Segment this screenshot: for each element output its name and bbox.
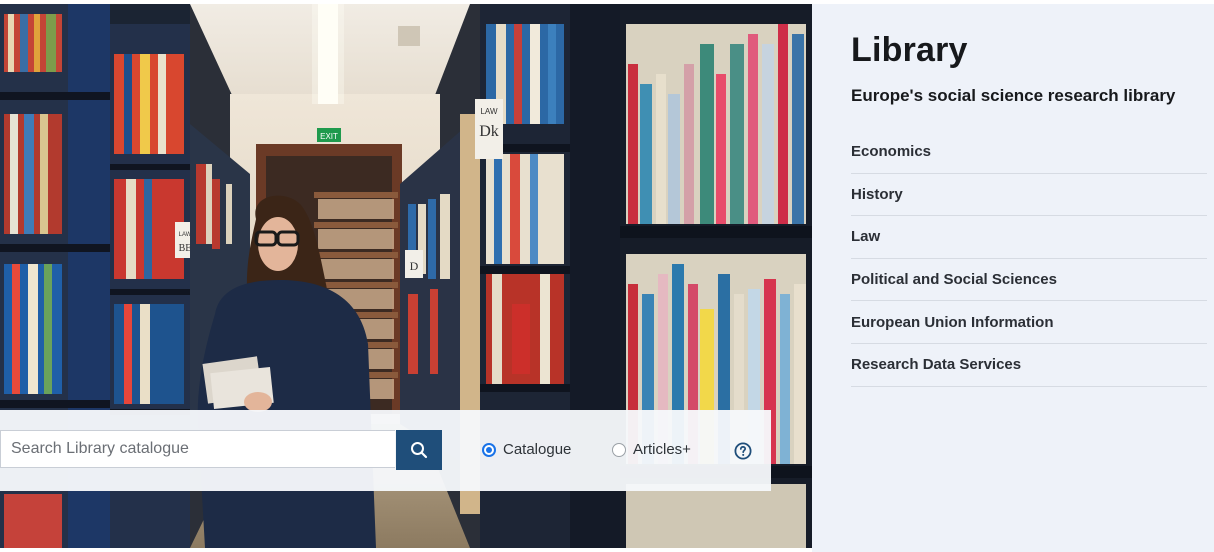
- radio-articles[interactable]: Articles+: [612, 441, 691, 458]
- radio-label-catalogue: Catalogue: [503, 441, 572, 458]
- search-bar: Catalogue Articles+: [0, 410, 771, 491]
- shelf-label: LAW: [480, 107, 497, 116]
- nav-item-history[interactable]: History: [851, 174, 1207, 217]
- shelf-label: Dk: [479, 123, 499, 140]
- nav-item-research-data-services[interactable]: Research Data Services: [851, 344, 1207, 387]
- search-input[interactable]: [0, 430, 395, 468]
- radio-label-articles: Articles+: [633, 441, 691, 458]
- shelf-label: BE: [179, 243, 192, 254]
- nav-item-law[interactable]: Law: [851, 216, 1207, 259]
- shelf-label: D: [410, 259, 419, 273]
- nav-item-eu-information[interactable]: European Union Information: [851, 301, 1207, 344]
- search-button[interactable]: [396, 430, 442, 470]
- question-circle-icon[interactable]: [734, 442, 752, 460]
- library-nav: Economics History Law Political and Soci…: [851, 131, 1207, 387]
- page-subtitle: Europe's social science research library: [851, 86, 1176, 105]
- search-icon: [411, 442, 428, 459]
- shelf-label: LAW: [179, 232, 192, 238]
- library-panel: Library Europe's social science research…: [812, 4, 1214, 552]
- nav-item-economics[interactable]: Economics: [851, 131, 1207, 174]
- exit-sign: EXIT: [320, 132, 338, 141]
- radio-catalogue[interactable]: Catalogue: [482, 441, 571, 458]
- page-title: Library: [851, 31, 968, 69]
- nav-item-political-social-sciences[interactable]: Political and Social Sciences: [851, 259, 1207, 302]
- radio-button-unselected[interactable]: [612, 442, 626, 457]
- radio-button-selected[interactable]: [482, 442, 496, 457]
